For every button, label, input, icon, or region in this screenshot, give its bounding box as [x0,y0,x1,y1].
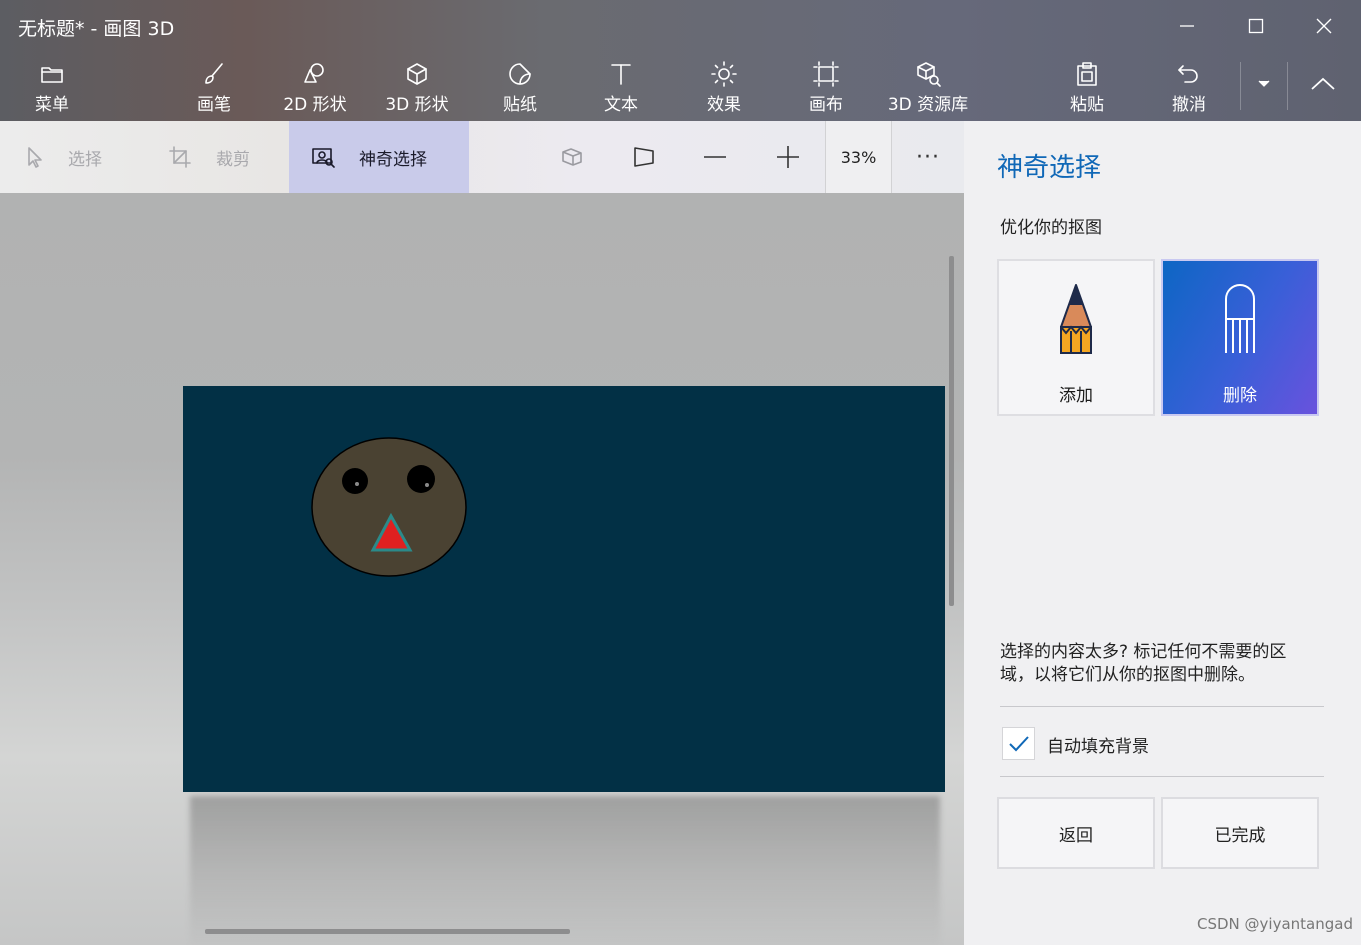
library3d-tool[interactable]: 3D 资源库 [880,60,976,116]
crop-label: 裁剪 [216,149,250,170]
panel-subtitle: 优化你的抠图 [1000,218,1102,238]
undo-button[interactable]: 撤消 [1141,60,1237,116]
brush-label: 画笔 [197,95,231,115]
zoom-level[interactable]: 33% [825,121,892,193]
canvas-label: 画布 [809,95,843,115]
minimize-icon [1180,25,1194,27]
folder-icon [41,67,63,83]
left-eye [342,468,368,494]
canvas-icon [813,61,839,87]
autofill-label: 自动填充背景 [1047,737,1149,757]
cursor-icon [28,147,42,168]
close-button[interactable] [1301,8,1347,44]
checkmark-icon [1008,735,1029,751]
brush-icon [205,63,223,84]
caret-down-icon [1258,80,1270,87]
paste-label: 粘贴 [1070,95,1104,115]
magic-select-panel: 神奇选择 优化你的抠图 添加 删除 选择的内容太多? 标记任何不需要的区域，以将… [964,121,1361,945]
text-tool[interactable]: 文本 [573,60,669,116]
shapes-2d-icon [304,63,324,83]
more-options-button[interactable]: ··· [898,121,958,193]
magic-select-tool[interactable]: 神奇选择 [289,121,469,193]
stickers-label: 贴纸 [503,95,537,115]
library-3d-icon [917,62,941,87]
collapse-toolbar-button[interactable] [1300,66,1346,102]
remove-mode-button[interactable]: 删除 [1161,259,1319,416]
menu-label: 菜单 [35,95,69,115]
title-bar: 无标题* - 画图 3D 菜单 画笔 2D 形状 3D 形状 贴纸 文本 效果 … [0,0,1361,121]
perspective-icon [634,147,654,167]
left-eye-highlight [355,482,359,486]
pencil-icon [1060,284,1092,354]
text-label: 文本 [604,95,638,115]
zoom-out-button[interactable] [685,121,745,193]
magic-select-label: 神奇选择 [359,149,427,170]
paste-button[interactable]: 粘贴 [1039,60,1135,116]
view-3d-button[interactable] [542,121,602,193]
panel-description: 选择的内容太多? 标记任何不需要的区域，以将它们从你的抠图中删除。 [1000,642,1287,685]
shapes3d-label: 3D 形状 [385,95,449,115]
3d-view-icon [562,148,582,166]
panel-title: 神奇选择 [997,153,1102,183]
minus-icon [704,156,726,158]
magic-select-icon [312,148,335,168]
drawing-artwork [311,437,467,577]
close-icon [1316,18,1332,34]
shapes2d-tool[interactable]: 2D 形状 [267,60,363,116]
selection-toolbar: 选择 裁剪 神奇选择 ··· [0,121,964,193]
chevron-up-icon [1311,77,1335,90]
remove-label: 删除 [1223,386,1257,406]
cube-icon [407,63,427,85]
menu-button[interactable]: 菜单 [4,60,100,116]
history-dropdown-button[interactable] [1241,66,1287,102]
watermark: CSDN @yiyantangad [1197,915,1353,933]
brush-tool[interactable]: 画笔 [166,60,262,116]
plus-icon [777,146,799,168]
maximize-icon [1248,18,1264,34]
canvas-workspace [0,193,964,945]
effects-label: 效果 [707,95,741,115]
vertical-scrollbar[interactable] [949,256,954,606]
done-button[interactable]: 已完成 [1161,797,1319,869]
sticker-icon [509,63,531,85]
sun-icon [711,61,737,87]
add-mode-button[interactable]: 添加 [997,259,1155,416]
library3d-label: 3D 资源库 [887,95,969,115]
back-button[interactable]: 返回 [997,797,1155,869]
shapes2d-label: 2D 形状 [283,95,347,115]
toolbar-divider [1287,62,1288,110]
undo-icon [1178,65,1198,83]
canvas-reflection [190,796,940,945]
horizontal-scrollbar[interactable] [205,929,570,934]
eraser-icon [1225,284,1255,353]
divider [1000,776,1324,777]
right-eye-highlight [425,483,429,487]
divider [1000,706,1324,707]
select-tool[interactable]: 选择 [24,121,134,193]
stickers-tool[interactable]: 贴纸 [472,60,568,116]
add-label: 添加 [1059,386,1093,406]
shapes3d-tool[interactable]: 3D 形状 [369,60,465,116]
drawing-canvas[interactable] [183,386,945,792]
autofill-checkbox[interactable] [1002,727,1035,760]
crop-tool[interactable]: 裁剪 [168,121,278,193]
minimize-button[interactable] [1164,8,1210,44]
maximize-button[interactable] [1233,8,1279,44]
zoom-in-button[interactable] [758,121,818,193]
right-eye [407,465,435,493]
text-icon [611,64,631,85]
face-shape [311,437,467,577]
select-label: 选择 [68,149,102,170]
undo-label: 撤消 [1172,95,1206,115]
window-title: 无标题* - 画图 3D [18,18,175,40]
clipboard-icon [1077,62,1097,86]
effects-tool[interactable]: 效果 [676,60,772,116]
perspective-button[interactable] [614,121,674,193]
canvas-tool[interactable]: 画布 [778,60,874,116]
crop-icon [169,146,191,168]
